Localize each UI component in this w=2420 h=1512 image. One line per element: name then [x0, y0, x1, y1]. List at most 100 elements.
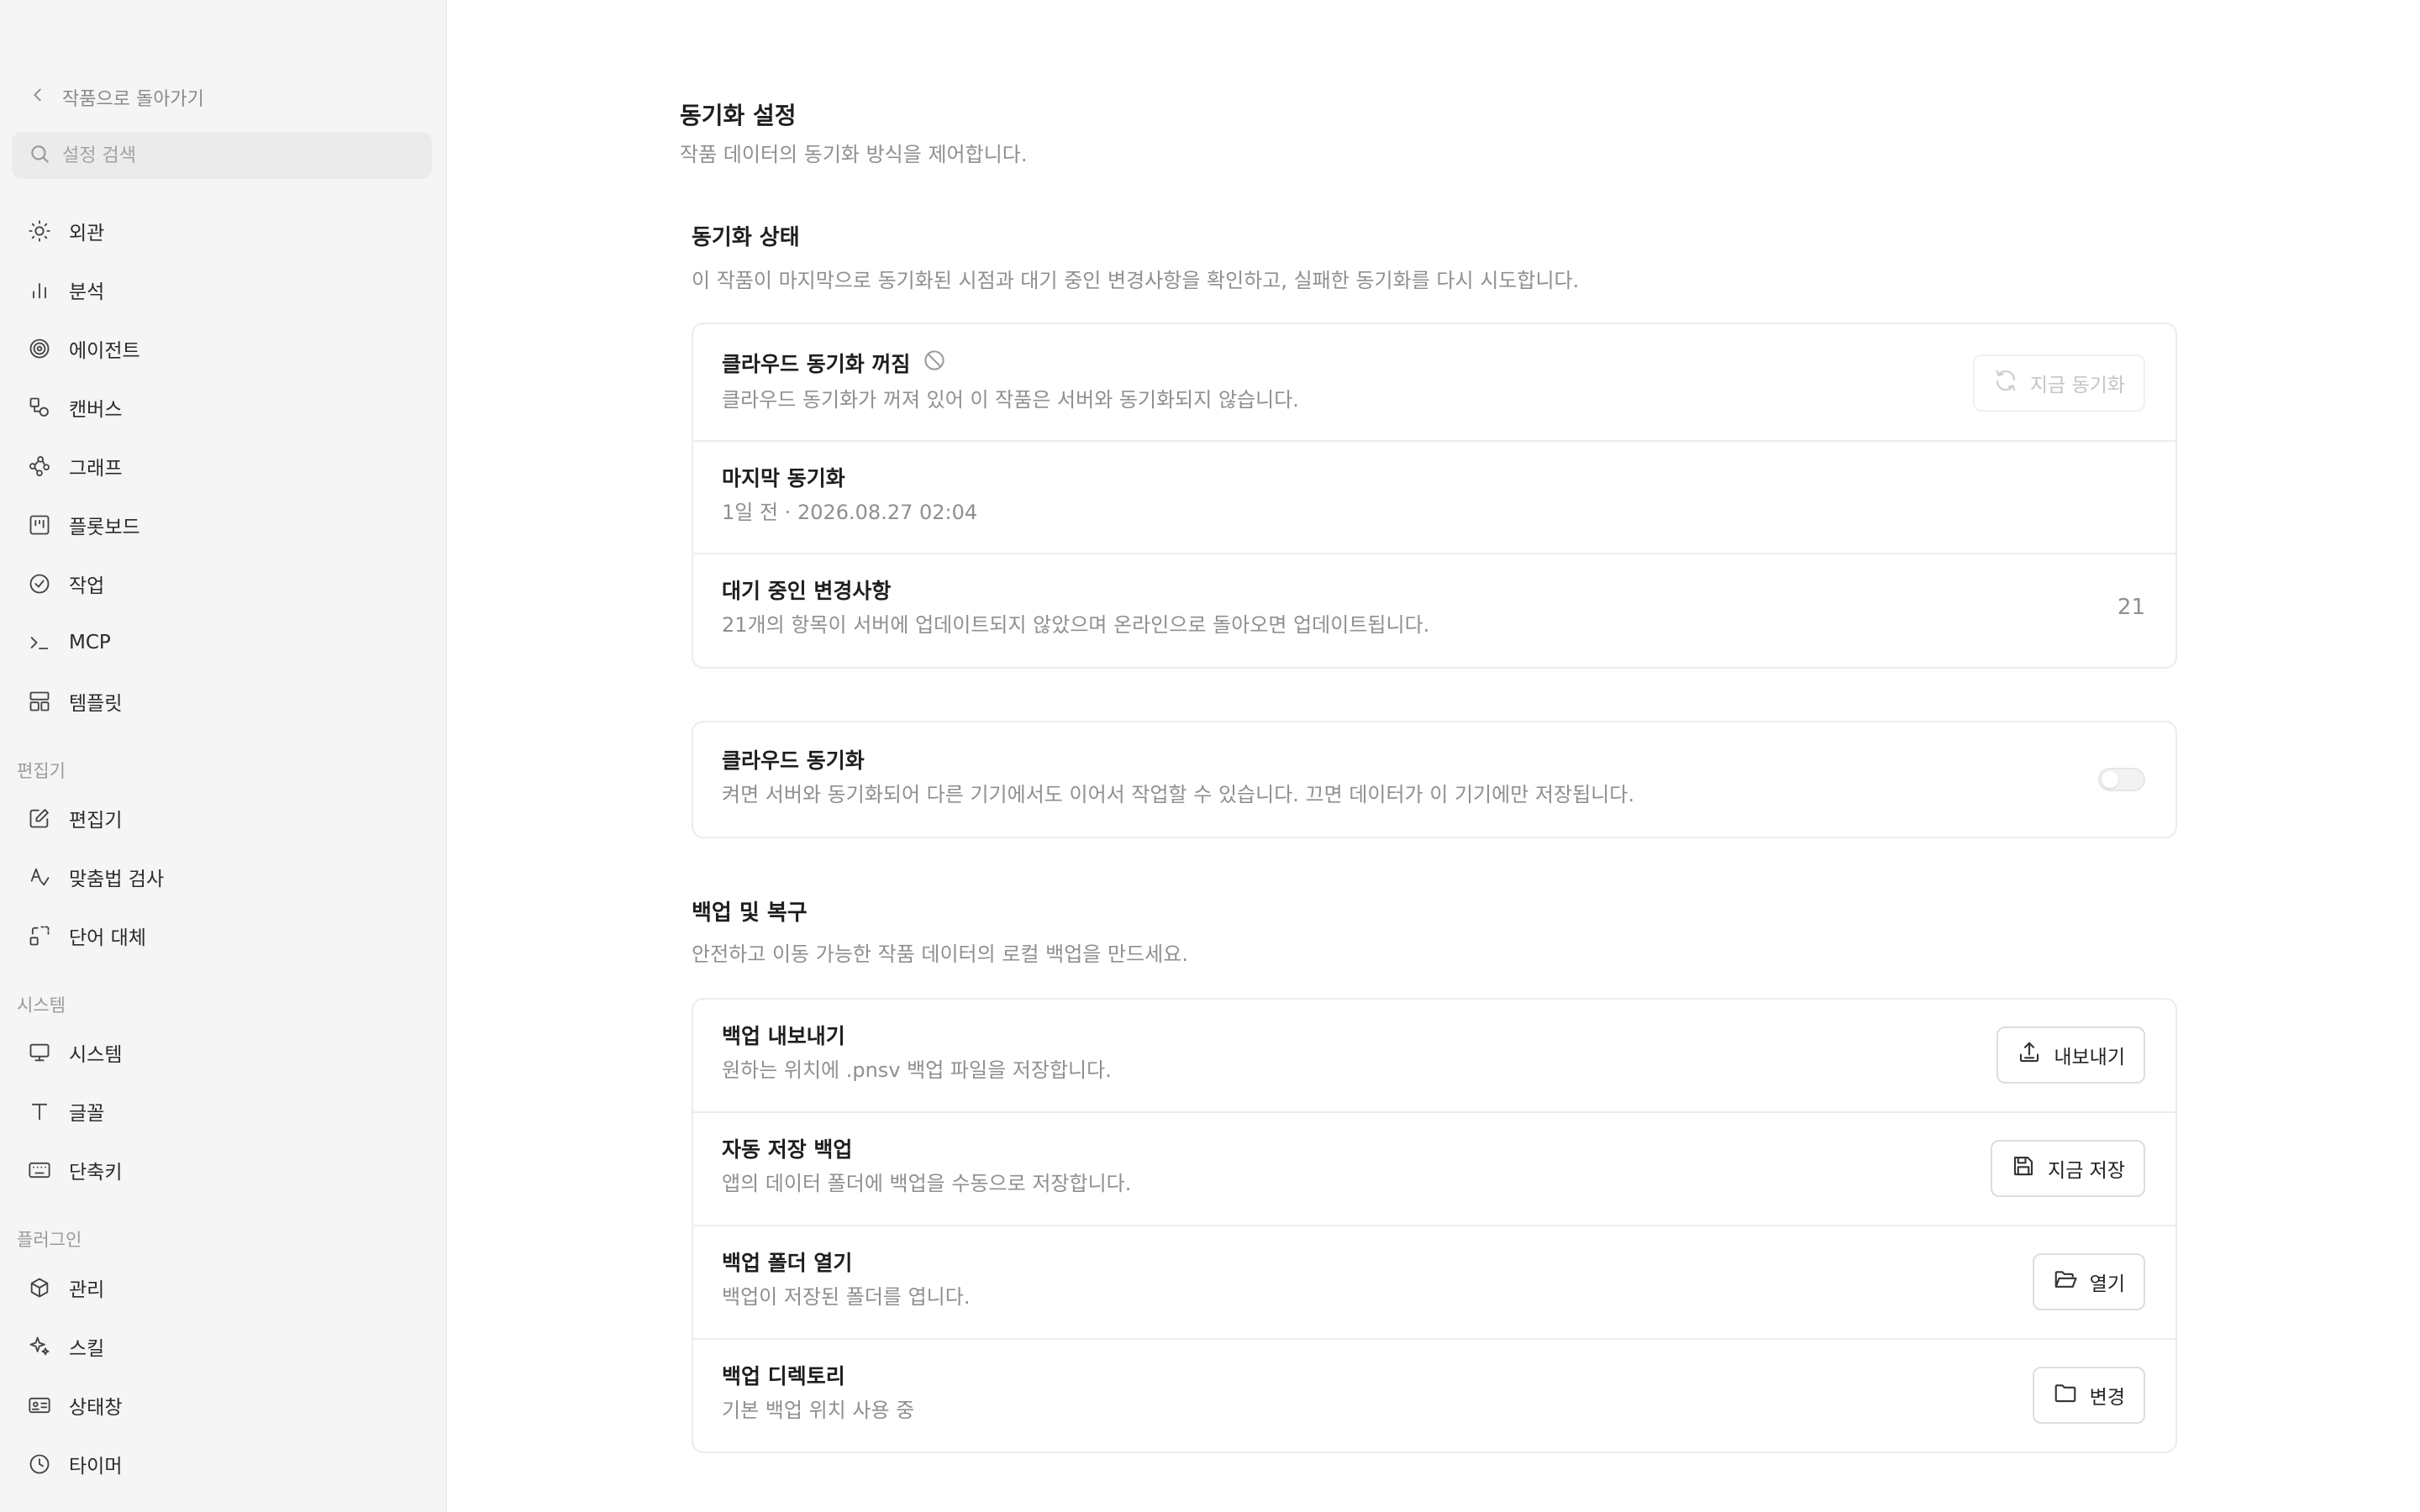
- backup-directory-title: 백업 디렉토리: [722, 1364, 845, 1389]
- open-label: 열기: [2089, 1273, 2125, 1295]
- sparkles-icon: [27, 1334, 52, 1359]
- sidebar-item-label: 작업: [69, 575, 105, 597]
- template-icon: [27, 689, 52, 714]
- sidebar-item-label: 관리: [69, 1279, 105, 1301]
- sidebar-item-system[interactable]: 시스템: [12, 1029, 432, 1076]
- sidebar-item-editor[interactable]: 편집기: [12, 795, 432, 842]
- save-now-button[interactable]: 지금 저장: [1991, 1140, 2145, 1197]
- bar-chart-icon: [27, 277, 52, 302]
- change-directory-button[interactable]: 변경: [2032, 1367, 2145, 1424]
- monitor-icon: [27, 1040, 52, 1065]
- section-header-system: 시스템: [17, 995, 66, 1016]
- sidebar-item-tasks[interactable]: 작업: [12, 560, 432, 607]
- pending-changes-title: 대기 중인 변경사항: [722, 579, 892, 603]
- settings-sidebar: 작품으로 돌아가기 외관 분석 에이전트 캔버스 그래프 플롯보드 작업 MCP: [0, 0, 447, 1512]
- backup-heading: 백업 및 복구: [692, 900, 808, 926]
- graph-icon: [27, 454, 52, 479]
- backup-export-title: 백업 내보내기: [722, 1024, 845, 1048]
- sidebar-item-label: 스킬: [69, 1338, 105, 1360]
- last-sync-value: 1일 전 · 2026.08.27 02:04: [722, 501, 978, 524]
- sync-now-label: 지금 동기화: [2029, 375, 2125, 396]
- spiral-icon: [27, 336, 52, 361]
- sync-now-button[interactable]: 지금 동기화: [1972, 354, 2145, 412]
- type-icon: [27, 1099, 52, 1124]
- sidebar-item-label: 플롯보드: [69, 517, 140, 538]
- chevron-left-icon: [29, 86, 47, 109]
- back-link-label: 작품으로 돌아가기: [62, 89, 204, 110]
- cloud-sync-toggle[interactable]: [2098, 768, 2145, 791]
- sidebar-item-appearance[interactable]: 외관: [12, 207, 432, 255]
- open-backup-folder-title: 백업 폴더 열기: [722, 1251, 853, 1275]
- folder-icon: [2053, 1380, 2078, 1410]
- export-label: 내보내기: [2054, 1047, 2125, 1068]
- sidebar-item-skills[interactable]: 스킬: [12, 1323, 432, 1370]
- sidebar-item-label: 그래프: [69, 458, 123, 480]
- open-folder-button[interactable]: 열기: [2032, 1253, 2145, 1310]
- sidebar-item-label: 편집기: [69, 810, 123, 832]
- backup-card: 백업 내보내기 원하는 위치에 .pnsv 백업 파일을 저장합니다. 내보내기…: [692, 998, 2177, 1453]
- section-header-editor: 편집기: [17, 761, 66, 781]
- shapes-icon: [27, 395, 52, 420]
- sidebar-item-analytics[interactable]: 분석: [12, 266, 432, 313]
- sidebar-item-graph[interactable]: 그래프: [12, 443, 432, 490]
- id-card-icon: [27, 1393, 52, 1418]
- sidebar-item-label: 단축키: [69, 1162, 123, 1184]
- sidebar-item-label: 분석: [69, 281, 105, 303]
- sidebar-item-label: 템플릿: [69, 693, 123, 715]
- sidebar-item-agent[interactable]: 에이전트: [12, 325, 432, 372]
- upload-icon: [2017, 1040, 2042, 1070]
- export-button[interactable]: 내보내기: [1996, 1026, 2145, 1084]
- page-subtitle: 작품 데이터의 동기화 방식을 제어합니다.: [680, 143, 1028, 166]
- back-to-work-link[interactable]: 작품으로 돌아가기: [29, 81, 204, 114]
- autosave-backup-desc: 앱의 데이터 폴더에 백업을 수동으로 저장합니다.: [722, 1172, 1132, 1195]
- backup-subtitle: 안전하고 이동 가능한 작품 데이터의 로컬 백업을 만드세요.: [692, 942, 1188, 966]
- last-sync-title: 마지막 동기화: [722, 466, 845, 491]
- pending-changes-row: 대기 중인 변경사항 21개의 항목이 서버에 업데이트되지 않았으며 온라인으…: [693, 554, 2175, 667]
- sidebar-item-manage[interactable]: 관리: [12, 1264, 432, 1311]
- sidebar-item-shortcuts[interactable]: 단축키: [12, 1147, 432, 1194]
- cloud-sync-off-title: 클라우드 동기화 꺼짐: [722, 352, 911, 376]
- backup-export-desc: 원하는 위치에 .pnsv 백업 파일을 저장합니다.: [722, 1058, 1112, 1082]
- backup-directory-desc: 기본 백업 위치 사용 중: [722, 1399, 915, 1422]
- spellcheck-icon: [27, 864, 52, 890]
- search-icon: [29, 143, 50, 168]
- folder-open-icon: [2053, 1267, 2078, 1297]
- toggle-knob: [2102, 771, 2118, 788]
- check-circle-icon: [27, 571, 52, 596]
- cloud-sync-card: 클라우드 동기화 켜면 서버와 동기화되어 다른 기기에서도 이어서 작업할 수…: [692, 721, 2177, 838]
- sidebar-item-timer[interactable]: 타이머: [12, 1441, 432, 1488]
- backup-directory-row: 백업 디렉토리 기본 백업 위치 사용 중 변경: [693, 1340, 2175, 1452]
- sync-status-card: 클라우드 동기화 꺼짐 클라우드 동기화가 꺼져 있어 이 작품은 서버와 동기…: [692, 323, 2177, 669]
- page-title: 동기화 설정: [680, 102, 797, 129]
- sidebar-item-label: 에이전트: [69, 340, 140, 362]
- cloud-sync-title: 클라우드 동기화: [722, 748, 865, 773]
- sun-icon: [27, 218, 52, 244]
- sidebar-item-label: 단어 대체: [69, 927, 146, 949]
- open-backup-folder-row: 백업 폴더 열기 백업이 저장된 폴더를 엽니다. 열기: [693, 1226, 2175, 1340]
- settings-search-input[interactable]: [60, 144, 417, 167]
- sidebar-item-label: 외관: [69, 223, 105, 244]
- ban-icon: [922, 348, 947, 378]
- sidebar-item-templates[interactable]: 템플릿: [12, 678, 432, 725]
- change-label: 변경: [2089, 1387, 2125, 1409]
- backup-export-row: 백업 내보내기 원하는 위치에 .pnsv 백업 파일을 저장합니다. 내보내기: [693, 1000, 2175, 1113]
- settings-main: 동기화 설정 작품 데이터의 동기화 방식을 제어합니다. 동기화 상태 이 작…: [448, 0, 2420, 1512]
- sidebar-item-spellcheck[interactable]: 맞춤법 검사: [12, 853, 432, 900]
- save-now-label: 지금 저장: [2048, 1160, 2125, 1182]
- replace-icon: [27, 923, 52, 948]
- sidebar-item-plotboard[interactable]: 플롯보드: [12, 501, 432, 549]
- sidebar-item-label: 타이머: [69, 1456, 123, 1478]
- sync-status-heading: 동기화 상태: [692, 225, 800, 250]
- refresh-icon: [1993, 368, 2018, 398]
- sidebar-item-canvas[interactable]: 캔버스: [12, 384, 432, 431]
- sidebar-item-status-window[interactable]: 상태창: [12, 1382, 432, 1429]
- sidebar-item-fonts[interactable]: 글꼴: [12, 1088, 432, 1135]
- sidebar-item-label: MCP: [69, 632, 111, 654]
- sidebar-item-label: 캔버스: [69, 399, 123, 421]
- sidebar-item-label: 상태창: [69, 1397, 123, 1419]
- clock-icon: [27, 1452, 52, 1477]
- sidebar-item-word-replace[interactable]: 단어 대체: [12, 912, 432, 959]
- cloud-sync-off-row: 클라우드 동기화 꺼짐 클라우드 동기화가 꺼져 있어 이 작품은 서버와 동기…: [693, 324, 2175, 442]
- sidebar-item-label: 시스템: [69, 1044, 123, 1066]
- sidebar-item-mcp[interactable]: MCP: [12, 619, 432, 666]
